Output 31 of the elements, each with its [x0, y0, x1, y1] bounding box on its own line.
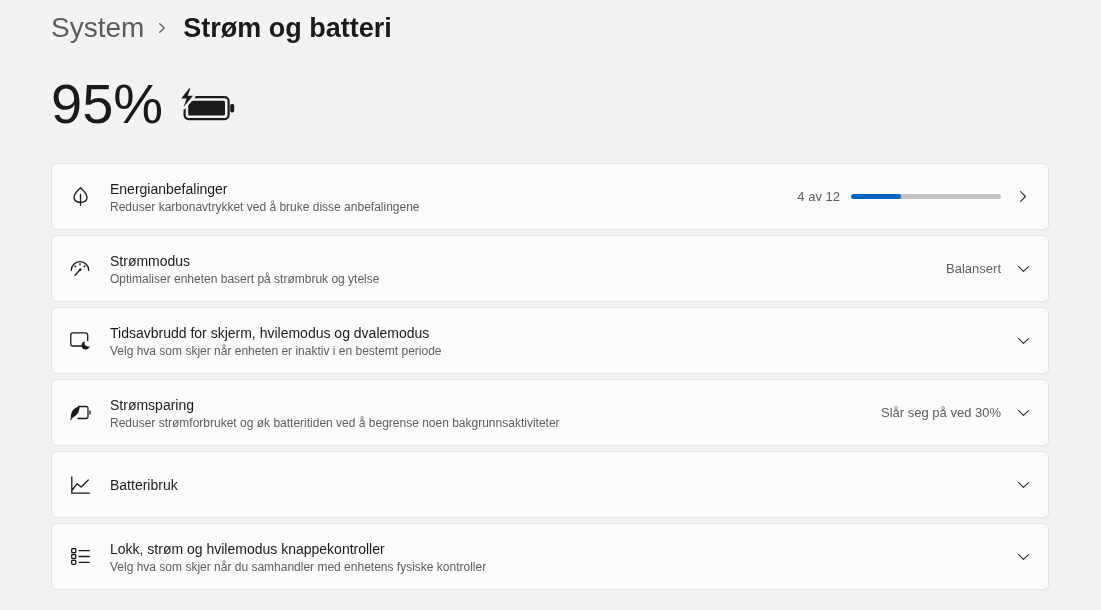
card-description: Reduser strømforbruket og øk batteritiden ved å begrense noen bakgrunnsaktiviteter: [110, 414, 560, 431]
setting-value: Slår seg på ved 30%: [881, 403, 1001, 422]
card-title: Energianbefalinger: [110, 179, 228, 199]
card-description: Velg hva som skjer når du samhandler med enhetens fysiske kontroller: [110, 558, 487, 575]
breadcrumb-link[interactable]: System: [51, 10, 145, 46]
screen-moon-icon: [70, 331, 90, 350]
card-title: Strømsparing: [110, 395, 195, 415]
leaf-icon: [72, 187, 88, 206]
settings-card[interactable]: Lokk, strøm og hvilemodus knappekontroller Velg hva som skjer når du samhandler med enhetens fysiske kontroller: [51, 523, 1049, 590]
card-description: Optimaliser enheten basert på strømbruk og ytelse: [110, 270, 380, 287]
settings-card[interactable]: Strømsparing Reduser strømforbruket og øk batteritiden ved å begrense noen bakgrunnsaktiviteter Slår seg på ved 30%: [51, 379, 1049, 446]
settings-card[interactable]: Energianbefalinger Reduser karbonavtrykket ved å bruke disse anbefalingene 4 av 12: [51, 163, 1049, 230]
card-title: Tidsavbrudd for skjerm, hvilemodus og dvalemodus: [110, 323, 430, 343]
page-title: Strøm og batteri: [183, 12, 392, 45]
chevron-right-icon: [1020, 191, 1026, 202]
card-title: Strømmodus: [110, 251, 191, 271]
checklist-icon: [70, 548, 90, 565]
card-title: Batteribruk: [110, 475, 178, 495]
setting-value: Balansert: [946, 259, 1001, 278]
settings-card[interactable]: Batteribruk: [51, 451, 1049, 518]
card-description: Velg hva som skjer når enheten er inaktiv i en bestemt periode: [110, 342, 442, 359]
battery-percentage: 95%: [51, 71, 164, 137]
gauge-icon: [70, 261, 90, 276]
progress-label: 4 av 12: [797, 187, 840, 206]
card-title: Lokk, strøm og hvilemodus knappekontroller: [110, 539, 385, 559]
settings-card[interactable]: Tidsavbrudd for skjerm, hvilemodus og dvalemodus Velg hva som skjer når enheten er inaktiv i en bestemt periode: [51, 307, 1049, 374]
line-chart-icon: [70, 475, 90, 494]
battery-leaf-icon: [69, 405, 91, 420]
card-description: Reduser karbonavtrykket ved å bruke disse anbefalingene: [110, 198, 420, 215]
breadcrumb-chevron-icon: [159, 23, 166, 33]
settings-card[interactable]: Strømmodus Optimaliser enheten basert på strømbruk og ytelse Balansert: [51, 235, 1049, 302]
